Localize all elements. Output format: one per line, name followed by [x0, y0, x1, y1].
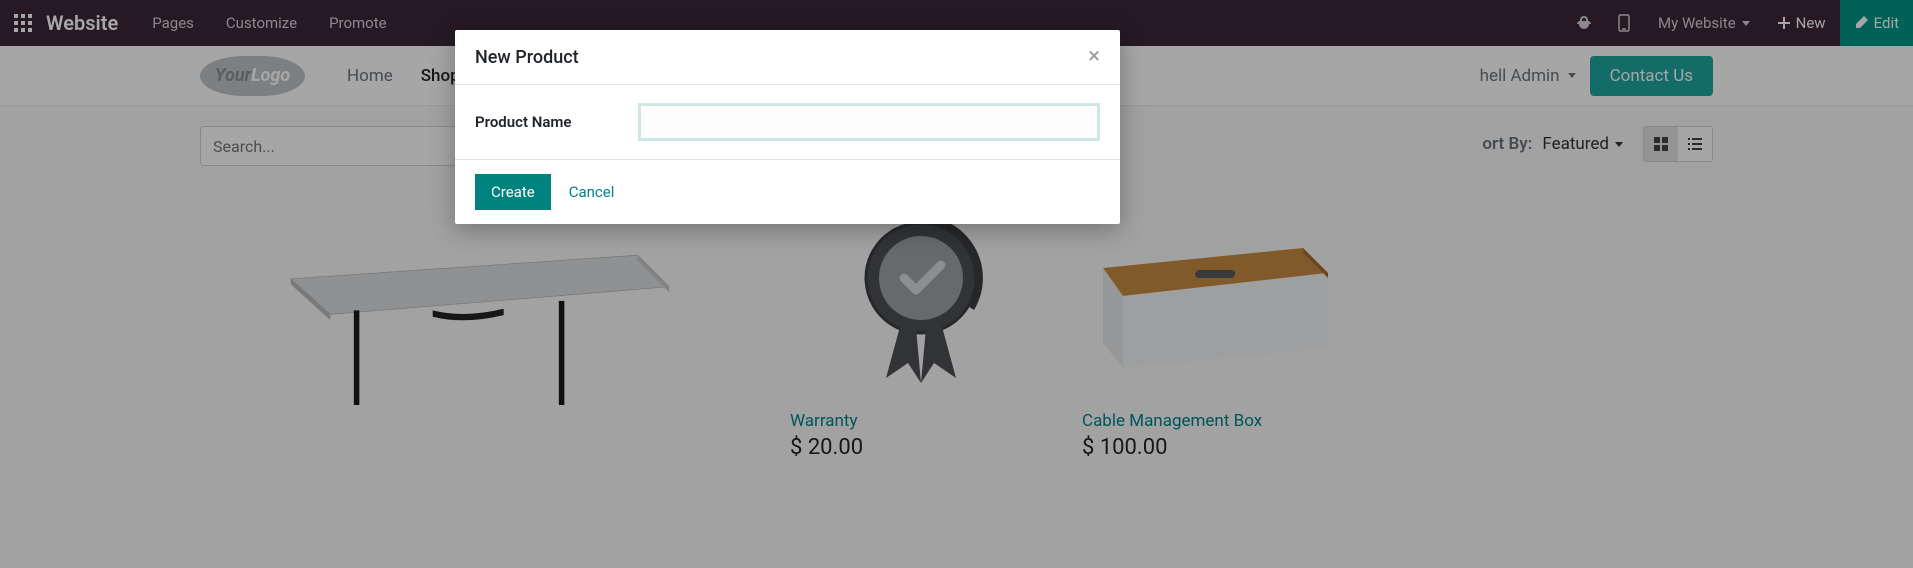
create-button[interactable]: Create [475, 174, 551, 210]
product-name-input[interactable] [638, 103, 1100, 141]
modal-body: Product Name [455, 85, 1120, 160]
modal-title: New Product [475, 47, 579, 68]
cancel-button[interactable]: Cancel [569, 183, 615, 201]
modal-header: New Product × [455, 30, 1120, 85]
product-name-label: Product Name [475, 113, 620, 131]
modal-close-button[interactable]: × [1088, 46, 1100, 68]
modal-footer: Create Cancel [455, 160, 1120, 224]
new-product-modal: New Product × Product Name Create Cancel [455, 30, 1120, 224]
